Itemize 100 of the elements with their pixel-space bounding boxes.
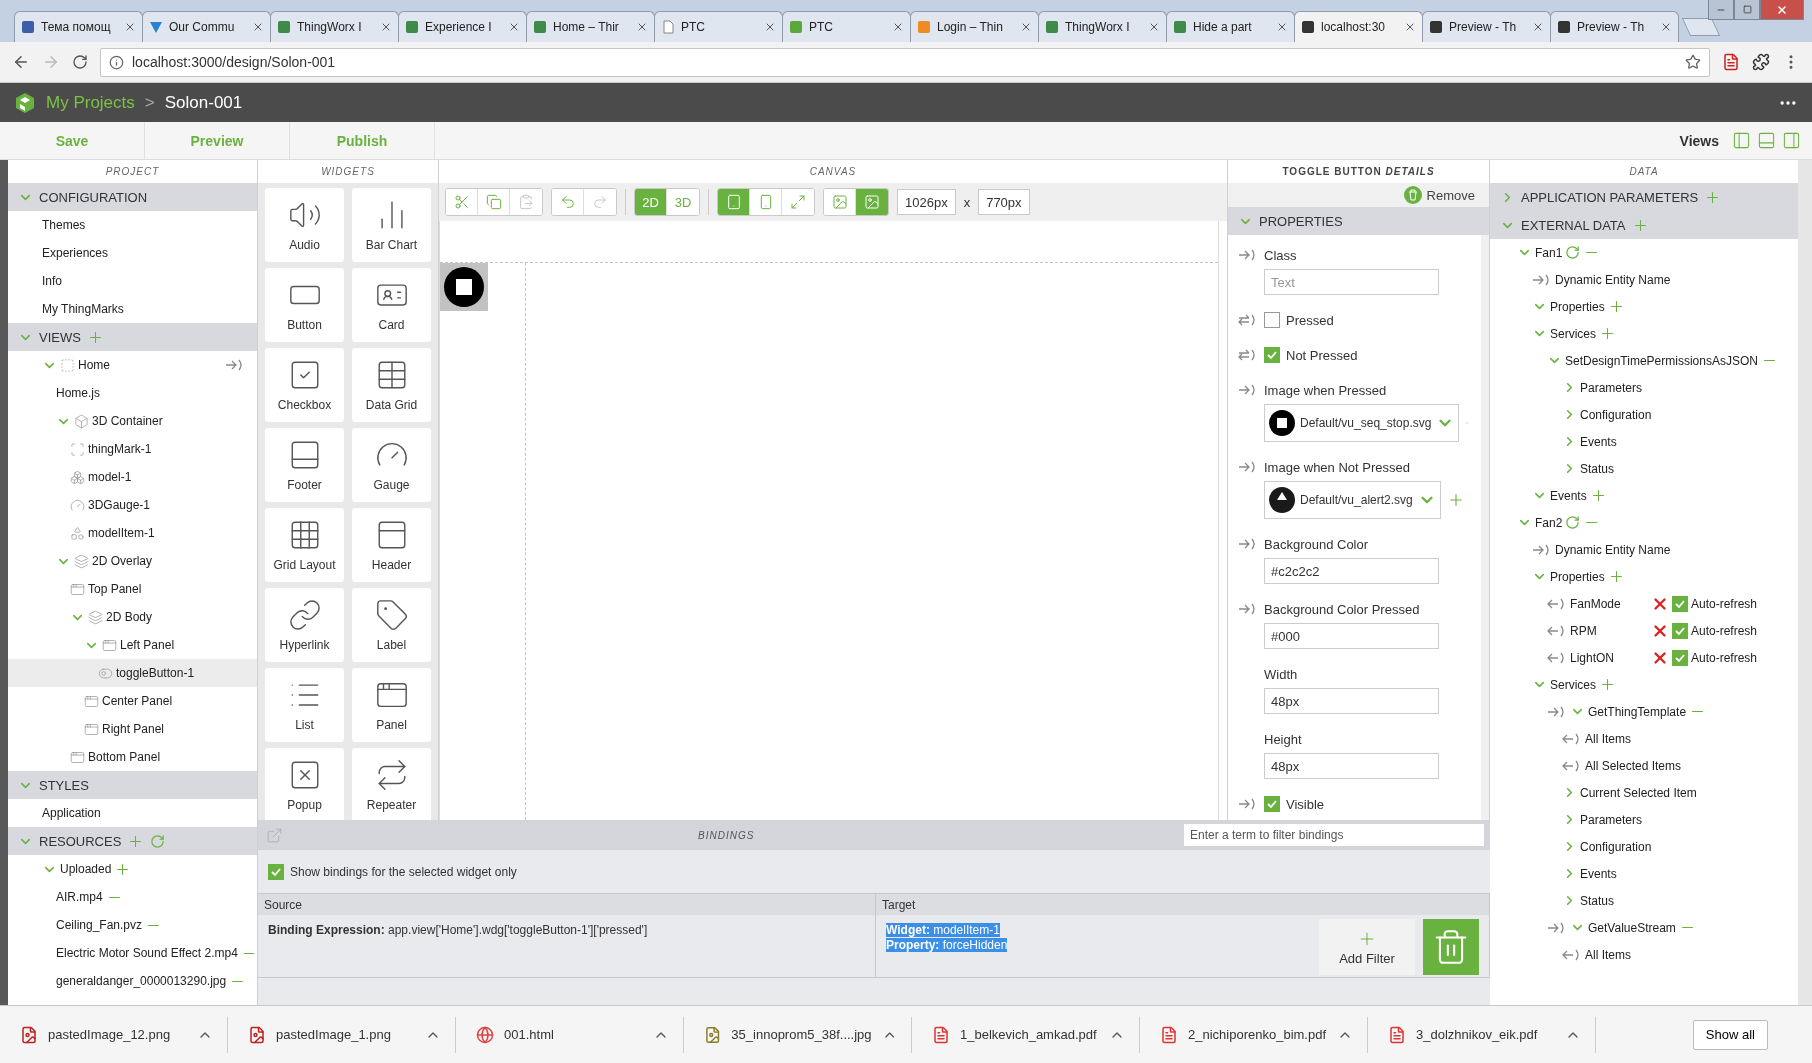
tree-item[interactable]: Uploaded: [8, 855, 257, 883]
browser-tab[interactable]: Preview - Th: [1550, 11, 1679, 42]
tree-item[interactable]: All Items: [1490, 941, 1798, 968]
widget-tile[interactable]: Gauge: [352, 428, 431, 502]
height-field[interactable]: 770px: [978, 189, 1030, 215]
widget-tile[interactable]: Repeater: [352, 748, 431, 820]
browser-tab[interactable]: ThingWorx I: [1038, 11, 1167, 42]
section-header[interactable]: PROPERTIES: [1228, 207, 1489, 235]
tree-item[interactable]: Parameters: [1490, 374, 1798, 401]
download-item[interactable]: pastedImage_1.png: [228, 1016, 456, 1053]
browser-tab[interactable]: Our Commu: [142, 11, 271, 42]
tree-item[interactable]: GetValueStream: [1490, 914, 1798, 941]
widget-tile[interactable]: Label: [352, 588, 431, 662]
browser-tab[interactable]: Hide a part: [1166, 11, 1295, 42]
widget-tile[interactable]: Button: [265, 268, 344, 342]
browser-tab[interactable]: Тема помощ: [14, 11, 143, 42]
width-field[interactable]: 1026px: [897, 189, 956, 215]
download-item[interactable]: 001.html: [456, 1016, 684, 1053]
tree-item[interactable]: AIR.mp4: [8, 883, 257, 911]
tree-item[interactable]: 3D Container: [8, 407, 257, 435]
browser-tab[interactable]: Experience I: [398, 11, 527, 42]
tree-item[interactable]: generaldanger_0000013290.jpg: [8, 967, 257, 995]
section-header[interactable]: STYLES: [8, 771, 257, 799]
tree-item[interactable]: Properties: [1490, 563, 1798, 590]
tree-item[interactable]: Services: [1490, 320, 1798, 347]
tree-item[interactable]: 3DGauge-1: [8, 491, 257, 519]
tree-item[interactable]: Themes: [8, 211, 257, 239]
tree-item[interactable]: Center Panel: [8, 687, 257, 715]
browser-tab[interactable]: PTC: [782, 11, 911, 42]
widget-tile[interactable]: Popup: [265, 748, 344, 820]
browser-tab[interactable]: PTC: [654, 11, 783, 42]
widget-tile[interactable]: Grid Layout: [265, 508, 344, 582]
tree-item[interactable]: Status: [1490, 455, 1798, 482]
section-header[interactable]: APPLICATION PARAMETERS: [1490, 183, 1798, 211]
text-field[interactable]: #c2c2c2: [1264, 558, 1439, 584]
tree-item[interactable]: 2D Body: [8, 603, 257, 631]
widget-tile[interactable]: List: [265, 668, 344, 742]
widget-tile[interactable]: Data Grid: [352, 348, 431, 422]
tree-item[interactable]: Parameters: [1490, 806, 1798, 833]
tree-item[interactable]: Dynamic Entity Name: [1490, 536, 1798, 563]
tree-item[interactable]: GetThingTemplate: [1490, 698, 1798, 725]
browser-tab[interactable]: Home – Thir: [526, 11, 655, 42]
section-header[interactable]: CONFIGURATION: [8, 183, 257, 211]
tree-item[interactable]: FanMode Auto-refresh: [1490, 590, 1798, 617]
tree-item[interactable]: Events: [1490, 482, 1798, 509]
tree-item[interactable]: Current Selected Item: [1490, 779, 1798, 806]
tree-item[interactable]: Application: [8, 799, 257, 827]
browser-tab[interactable]: ThingWorx I: [270, 11, 399, 42]
tree-item[interactable]: 2D Overlay: [8, 547, 257, 575]
tree-item[interactable]: RPM Auto-refresh: [1490, 617, 1798, 644]
tree-item[interactable]: toggleButton-1: [8, 659, 257, 687]
browser-tab[interactable]: Login – Thin: [910, 11, 1039, 42]
tree-item[interactable]: Electric Motor Sound Effect 2.mp4: [8, 939, 257, 967]
download-item[interactable]: 35_innoprom5_38f....jpg: [684, 1016, 912, 1053]
widget-tile[interactable]: Hyperlink: [265, 588, 344, 662]
text-field[interactable]: 48px: [1264, 688, 1439, 714]
tree-item[interactable]: Home: [8, 351, 257, 379]
tree-item[interactable]: modelItem-1: [8, 519, 257, 547]
image-select[interactable]: Default/vu_seq_stop.svg: [1264, 404, 1460, 442]
tree-item[interactable]: Properties: [1490, 293, 1798, 320]
section-header[interactable]: EXTERNAL DATA: [1490, 211, 1798, 239]
widget-tile[interactable]: Card: [352, 268, 431, 342]
widget-tile[interactable]: Bar Chart: [352, 188, 431, 262]
filter-field[interactable]: Enter a term to filter bindings: [1184, 824, 1484, 846]
download-item[interactable]: pastedImage_12.png: [0, 1016, 228, 1053]
tree-item[interactable]: thingMark-1: [8, 435, 257, 463]
tree-item[interactable]: Info: [8, 267, 257, 295]
download-item[interactable]: 1_belkevich_amkad.pdf: [912, 1016, 1140, 1053]
section-header[interactable]: VIEWS: [8, 323, 257, 351]
tree-item[interactable]: Dynamic Entity Name: [1490, 266, 1798, 293]
tree-item[interactable]: Bottom Panel: [8, 743, 257, 771]
tree-item[interactable]: Experiences: [8, 239, 257, 267]
widget-tile[interactable]: Header: [352, 508, 431, 582]
widget-tile[interactable]: Footer: [265, 428, 344, 502]
tree-item[interactable]: Right Panel: [8, 715, 257, 743]
tree-item[interactable]: Home.js: [8, 379, 257, 407]
text-field[interactable]: 48px: [1264, 753, 1439, 779]
image-select[interactable]: Default/vu_alert2.svg: [1264, 481, 1441, 519]
tree-item[interactable]: Status: [1490, 887, 1798, 914]
tree-item[interactable]: Events: [1490, 860, 1798, 887]
add-filter-button[interactable]: Add Filter: [1319, 919, 1415, 975]
tree-item[interactable]: Fan2: [1490, 509, 1798, 536]
tree-item[interactable]: Fan1: [1490, 239, 1798, 266]
download-item[interactable]: 2_nichiporenko_bim.pdf: [1140, 1016, 1368, 1053]
tree-item[interactable]: SetDesignTimePermissionsAsJSON: [1490, 347, 1798, 374]
show-all-button[interactable]: Show all: [1692, 1019, 1768, 1050]
tree-item[interactable]: model-1: [8, 463, 257, 491]
tree-item[interactable]: Left Panel: [8, 631, 257, 659]
download-item[interactable]: 3_dolzhnikov_eik.pdf: [1368, 1016, 1596, 1053]
tree-item[interactable]: Configuration: [1490, 833, 1798, 860]
widget-tile[interactable]: Checkbox: [265, 348, 344, 422]
tree-item[interactable]: Ceiling_Fan.pvz: [8, 911, 257, 939]
tree-item[interactable]: Top Panel: [8, 575, 257, 603]
address-bar[interactable]: localhost:3000/design/Solon-001: [100, 47, 1710, 77]
breadcrumb-link[interactable]: My Projects: [46, 92, 135, 113]
browser-tab[interactable]: Preview - Th: [1422, 11, 1551, 42]
tree-item[interactable]: My ThingMarks: [8, 295, 257, 323]
text-field[interactable]: Text: [1264, 269, 1439, 295]
tree-item[interactable]: Services: [1490, 671, 1798, 698]
tree-item[interactable]: All Selected Items: [1490, 752, 1798, 779]
